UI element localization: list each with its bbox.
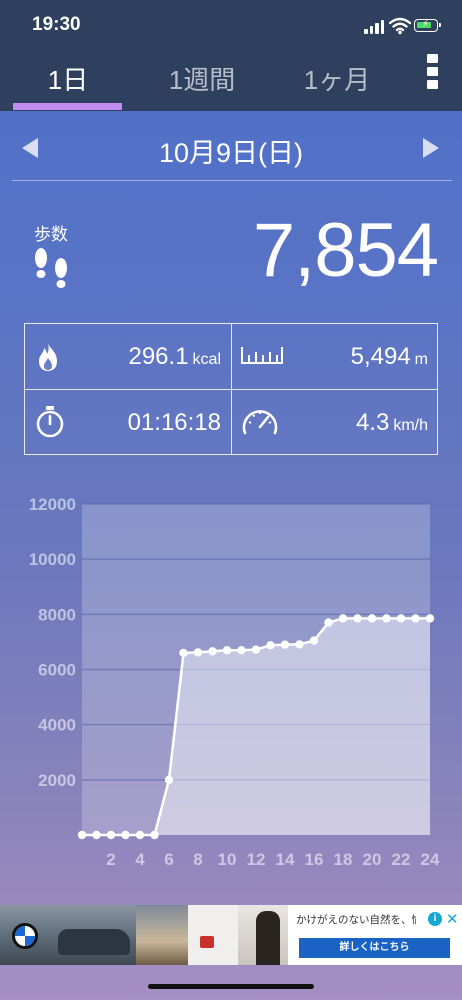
data-point: [150, 830, 159, 840]
flame-icon: [39, 343, 57, 371]
active-tab-indicator: [13, 103, 122, 110]
data-point: [237, 645, 246, 655]
period-tabs: 1日 1週間 1ヶ月: [0, 50, 462, 111]
status-time: 19:30: [32, 14, 81, 35]
x-tick-label: 8: [193, 850, 202, 869]
data-point: [266, 641, 275, 650]
x-tick-label: 4: [135, 850, 145, 869]
data-point: [396, 614, 406, 623]
ad-banner[interactable]: かけがえのない自然を、愉しむ i ✕ 詳しくはこちら: [0, 905, 462, 965]
y-tick-label: 12000: [29, 495, 76, 514]
data-point: [77, 830, 87, 840]
stopwatch-icon: [36, 406, 64, 438]
x-tick-label: 6: [164, 850, 173, 869]
y-tick-label: 4000: [38, 716, 76, 735]
data-point: [425, 614, 435, 623]
x-tick-label: 12: [247, 850, 266, 869]
app-header: 19:30 ⚡ 1日 1週間 1ヶ月: [0, 0, 462, 111]
tab-month[interactable]: 1ヶ月: [285, 60, 389, 97]
ad-image-product: [188, 905, 238, 965]
date-navigation: 10月9日(日): [0, 118, 462, 180]
data-point: [164, 775, 174, 785]
bmw-logo-icon: [12, 923, 38, 949]
x-tick-label: 18: [334, 850, 353, 869]
cellular-signal-icon: [364, 20, 386, 34]
x-tick-label: 24: [421, 850, 440, 869]
steps-label: 歩数: [34, 225, 68, 244]
ad-image-interior: [136, 905, 188, 965]
y-tick-label: 2000: [38, 771, 76, 790]
duration-cell: 01:16:18: [25, 390, 231, 455]
data-point: [193, 648, 203, 657]
x-tick-label: 16: [305, 850, 324, 869]
more-menu-icon[interactable]: [427, 54, 439, 90]
data-point: [338, 614, 348, 623]
data-point: [309, 636, 319, 645]
speed-cell: 4.3 km/h: [232, 390, 438, 455]
ad-close-icon[interactable]: ✕: [446, 910, 459, 928]
ad-info-icon[interactable]: i: [428, 912, 442, 926]
status-bar: 19:30 ⚡: [0, 0, 462, 50]
data-point: [411, 614, 420, 623]
current-date: 10月9日(日): [158, 138, 304, 168]
speed-value: 4.3 km/h: [355, 409, 428, 436]
data-point: [135, 830, 145, 840]
data-point: [208, 647, 217, 656]
data-point: [367, 614, 377, 623]
data-point: [106, 830, 116, 840]
data-point: [353, 614, 362, 623]
y-tick-label: 10000: [29, 550, 76, 569]
data-point: [222, 645, 232, 655]
stats-grid: 296.1 kcal 5,494 m 01:16:18 4.3 km/h: [24, 323, 438, 455]
calories-value: 296.1 kcal: [128, 343, 221, 370]
speedometer-icon: [242, 410, 278, 435]
tab-week[interactable]: 1週間: [150, 60, 254, 97]
date-divider: [12, 180, 452, 181]
distance-value: 5,494 m: [350, 343, 428, 370]
data-point: [251, 645, 261, 654]
data-point: [121, 830, 130, 840]
data-point: [382, 614, 391, 623]
ruler-icon: [241, 347, 283, 364]
distance-cell: 5,494 m: [232, 324, 438, 389]
data-point: [280, 640, 290, 649]
y-tick-label: 8000: [38, 605, 76, 624]
previous-day-arrow-icon[interactable]: [22, 138, 38, 158]
steps-chart: 200040006000800010000120002 4 6 8 10 12 14 16 18…: [29, 495, 440, 869]
x-tick-label: 14: [276, 850, 295, 869]
next-day-arrow-icon[interactable]: [423, 138, 439, 158]
calories-cell: 296.1 kcal: [25, 324, 231, 389]
steps-count: 7,854: [252, 208, 439, 293]
wifi-icon: [389, 17, 411, 35]
tab-day[interactable]: 1日: [14, 60, 122, 97]
home-indicator: [148, 984, 314, 989]
ad-cta-button[interactable]: 詳しくはこちら: [299, 938, 450, 958]
x-tick-label: 10: [218, 850, 237, 869]
footprints-icon: [35, 248, 67, 288]
data-point: [179, 648, 188, 658]
y-tick-label: 6000: [38, 661, 76, 680]
data-point: [295, 640, 304, 649]
battery-icon: ⚡: [414, 19, 441, 32]
ad-text: かけがえのない自然を、愉しむ: [296, 914, 416, 926]
duration-value: 01:16:18: [127, 409, 221, 436]
x-tick-label: 2: [106, 850, 115, 869]
x-tick-label: 20: [363, 850, 382, 869]
x-tick-label: 22: [392, 850, 411, 869]
data-point: [92, 830, 101, 840]
data-point: [324, 618, 333, 627]
